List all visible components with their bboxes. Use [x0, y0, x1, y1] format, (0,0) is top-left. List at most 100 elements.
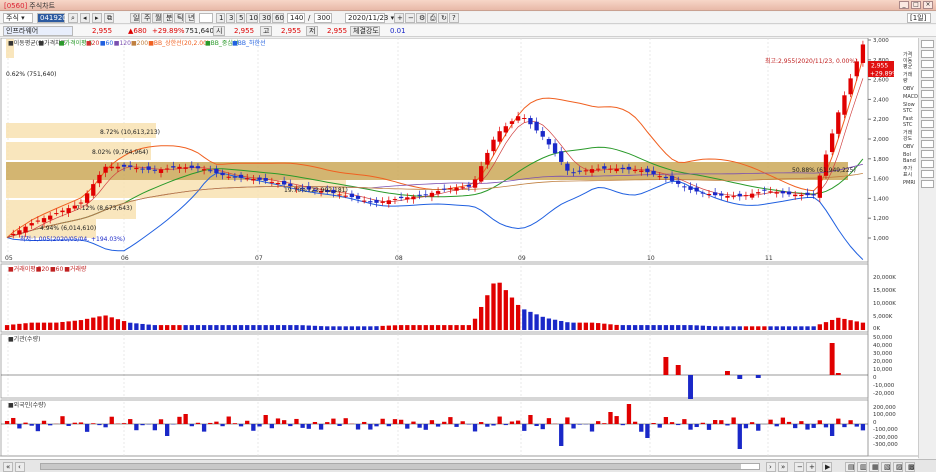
indicator-list: 가격 이동 평균거래 량 OBV MACD Slow STC Fast STC 거래 강도… [903, 52, 918, 188]
foreign-bar [300, 424, 305, 428]
text-tool-icon[interactable] [921, 130, 934, 138]
indicator-item[interactable]: 주가 표시 [903, 166, 918, 178]
scroll-left-end-icon[interactable]: « [3, 462, 13, 472]
stock-code-input[interactable]: 041920 [37, 13, 67, 23]
indicator-item[interactable]: PMRI [903, 180, 918, 186]
indicator-item[interactable]: Bol Band [903, 152, 918, 164]
indicator-item[interactable]: OBV [903, 86, 918, 92]
period-tick-button[interactable]: 틱 [174, 13, 184, 23]
foreign-bar [435, 424, 441, 427]
foreign-bar [325, 422, 330, 424]
scrollbar-thumb[interactable] [41, 464, 741, 469]
search-icon[interactable]: ⌕ [68, 13, 78, 23]
market-select[interactable]: 주식 ▾ [3, 13, 33, 23]
link-icon[interactable]: ⧉ [104, 13, 114, 23]
minute-10-button[interactable]: 10 [246, 13, 258, 23]
help-icon[interactable]: ? [449, 13, 459, 23]
circle-tool-icon[interactable] [921, 120, 934, 128]
layout-1-icon[interactable]: ▤ [845, 462, 855, 472]
delete-tool-icon[interactable] [921, 180, 934, 188]
layout-4-icon[interactable]: ▧ [881, 462, 891, 472]
trade-volume: 751,640 [185, 27, 214, 35]
indicator-item[interactable]: 가격 이동 평균 [903, 52, 918, 70]
indicator-item[interactable]: 거래 량 [903, 72, 918, 84]
foreign-bar [398, 419, 404, 424]
next-stock-icon[interactable]: ▸ [92, 13, 102, 23]
channel-tool-icon[interactable] [921, 90, 934, 98]
horizontal-line-tool-icon[interactable] [921, 70, 934, 78]
cursor-tool-icon[interactable] [921, 40, 934, 48]
candle-body [515, 116, 521, 121]
eraser-tool-icon[interactable] [921, 150, 934, 158]
zoom-in-bottom-icon[interactable]: + [806, 462, 816, 472]
candle-body [645, 168, 650, 173]
period-minute-button[interactable]: 분 [163, 13, 173, 23]
prev-stock-icon[interactable]: ◂ [80, 13, 90, 23]
zoom-out-icon[interactable]: − [405, 13, 415, 23]
minute-3-button[interactable]: 3 [226, 13, 235, 23]
minute-5-button[interactable]: 5 [236, 13, 245, 23]
price-tick-label: 2,000 [873, 137, 889, 143]
foreign-bar [805, 424, 810, 430]
print-icon[interactable]: ⎙ [427, 13, 437, 23]
maximize-icon[interactable]: □ [911, 1, 921, 9]
foreign-bar [497, 416, 502, 424]
arrow-tool-icon[interactable] [921, 140, 934, 148]
crosshair-tool-icon[interactable] [921, 50, 934, 58]
period-week-button[interactable]: 주 [141, 13, 151, 23]
scroll-right-icon[interactable]: › [766, 462, 776, 472]
layout-6-icon[interactable]: ▩ [905, 462, 915, 472]
foreign-bar [836, 418, 841, 424]
minimize-icon[interactable]: _ [899, 1, 909, 9]
indicator-item[interactable]: 거래 강도 [903, 130, 918, 142]
scroll-right-end-icon[interactable]: » [778, 462, 788, 472]
candle-body [134, 167, 139, 170]
period-day-button[interactable]: 일 [130, 13, 140, 23]
inst-tick-label: 50,000 [873, 335, 893, 341]
inst-tick-label: 30,000 [873, 351, 893, 357]
price-tick-label: 2,400 [873, 97, 889, 103]
layout-5-icon[interactable]: ▨ [893, 462, 903, 472]
lock-tool-icon[interactable] [921, 170, 934, 178]
vertical-line-tool-icon[interactable] [921, 80, 934, 88]
stock-chart-svg[interactable]: 05050606070708080909101011113,0002,8002,… [0, 37, 936, 466]
chart-area[interactable]: 05050606070708080909101011113,0002,8002,… [0, 37, 936, 472]
volume-profile-label: 0.62% (751,640) [6, 71, 56, 78]
period-month-button[interactable]: 월 [152, 13, 162, 23]
foreign-tick-label: 200,000 [873, 405, 896, 411]
minute-1-button[interactable]: 1 [216, 13, 225, 23]
zoom-out-bottom-icon[interactable]: − [794, 462, 804, 472]
foreign-bar [509, 421, 515, 424]
indicator-item[interactable]: OBV [903, 144, 918, 150]
zoom-in-icon[interactable]: + [394, 13, 404, 23]
count-total[interactable]: 300 [314, 13, 332, 23]
horizontal-scrollbar[interactable] [40, 463, 760, 470]
foreign-bar [571, 424, 576, 429]
candle-body [29, 223, 34, 226]
indicator-item[interactable]: MACD [903, 94, 918, 100]
trendline-tool-icon[interactable] [921, 60, 934, 68]
layout-2-icon[interactable]: ▥ [857, 462, 867, 472]
inst-bar [755, 375, 761, 378]
settings-icon[interactable]: ⚙ [416, 13, 426, 23]
play-icon[interactable]: ▶ [822, 462, 832, 472]
minute-30-button[interactable]: 30 [259, 13, 271, 23]
magnet-tool-icon[interactable] [921, 160, 934, 168]
layout-3-icon[interactable]: ▦ [869, 462, 879, 472]
candle-body [749, 193, 755, 198]
minute-input[interactable] [199, 13, 213, 23]
indicator-item[interactable]: Fast STC [903, 116, 918, 128]
rectangle-tool-icon[interactable] [921, 110, 934, 118]
candle-body [140, 168, 145, 170]
refresh-icon[interactable]: ↻ [438, 13, 448, 23]
date-input[interactable]: 2020/11/23 ▾ [345, 13, 394, 23]
volume-bar [602, 323, 607, 330]
period-year-button[interactable]: 년 [185, 13, 195, 23]
close-icon[interactable]: × [923, 1, 933, 9]
minute-60-button[interactable]: 60 [272, 13, 284, 23]
scroll-left-icon[interactable]: ‹ [15, 462, 25, 472]
indicator-item[interactable]: Slow STC [903, 102, 918, 114]
count-input[interactable]: 140 [287, 13, 305, 23]
month-label-top: 10 [647, 255, 655, 262]
fibonacci-tool-icon[interactable] [921, 100, 934, 108]
